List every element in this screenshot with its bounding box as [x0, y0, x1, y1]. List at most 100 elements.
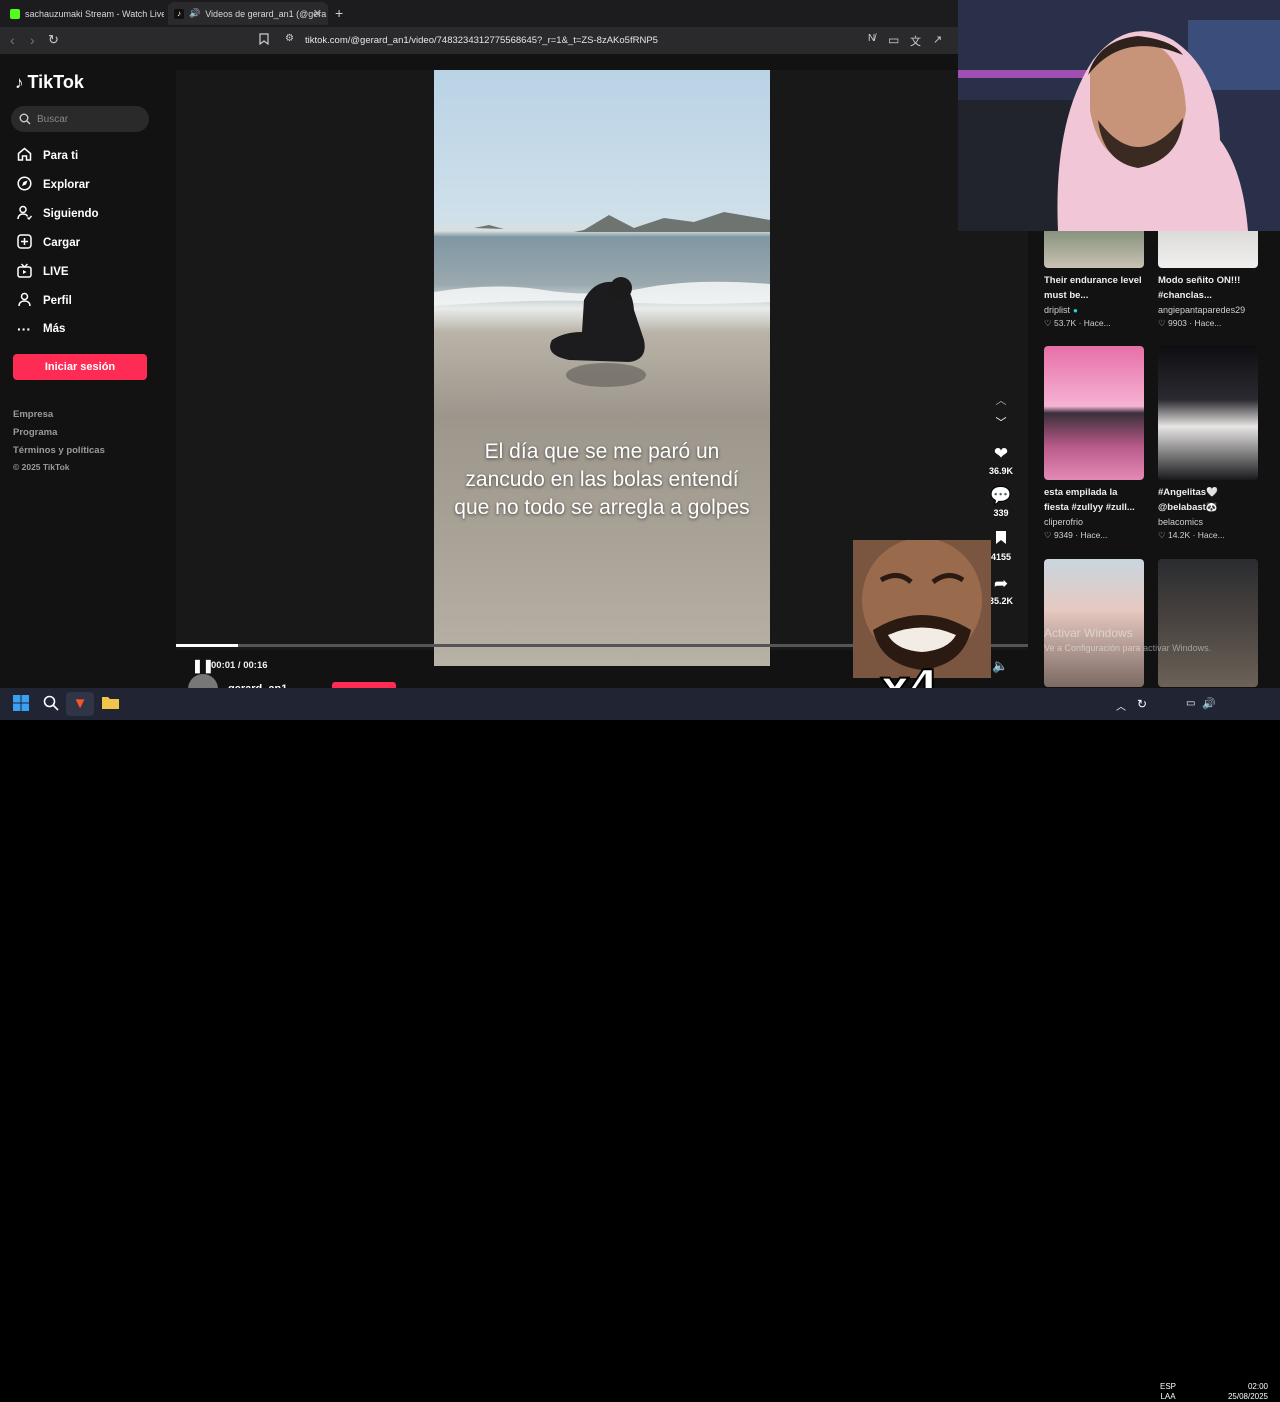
video-thumbnail[interactable]: [1044, 559, 1144, 687]
card-username[interactable]: cliperofrio: [1044, 517, 1083, 527]
video-thumbnail[interactable]: [1158, 346, 1258, 480]
card-title[interactable]: Their endurance level must be...: [1044, 273, 1144, 303]
brave-browser-icon[interactable]: ▼: [66, 692, 94, 716]
footer-link-empresa[interactable]: Empresa: [13, 409, 53, 420]
new-tab-button[interactable]: +: [335, 5, 343, 21]
nav-mas[interactable]: ··· Más: [16, 321, 65, 337]
browser-toolbar: ‹ › ↻ ⚙ tiktok.com/@gerard_an1/video/748…: [0, 27, 958, 54]
card-username[interactable]: driplist: [1044, 305, 1070, 315]
card-stats: ♡ 9349 · Hace...: [1044, 530, 1108, 540]
translate-icon[interactable]: 文: [910, 33, 921, 49]
back-icon[interactable]: ‹: [10, 32, 15, 48]
tiktok-note-icon: ♪: [15, 72, 24, 92]
volume-icon[interactable]: 🔈: [992, 658, 1008, 674]
recommendation-card[interactable]: [1158, 559, 1258, 687]
sync-icon[interactable]: ↻: [1137, 697, 1147, 711]
heart-icon: ❤: [993, 444, 1009, 463]
tab-tiktok-video[interactable]: ♪ 🔊 Videos de gerard_an1 (@gera ✕: [168, 2, 328, 25]
logo-text: TikTok: [27, 72, 84, 92]
recommendation-card[interactable]: esta empilada la fiesta #zullyy #zull...…: [1044, 346, 1144, 541]
nav-cargar[interactable]: Cargar: [16, 234, 80, 252]
footer-link-terminos[interactable]: Términos y políticas: [13, 445, 105, 456]
progress-fill: [176, 644, 238, 647]
beach-scene-image: [434, 212, 770, 387]
time-display: 00:01 / 00:16: [211, 660, 268, 671]
copyright-text: © 2025 TikTok: [13, 462, 70, 472]
tiktok-favicon-icon: ♪: [174, 8, 184, 19]
nav-explorar[interactable]: Explorar: [16, 176, 90, 194]
activate-windows-subtitle: Ve a Configuración para activar Windows.: [1044, 643, 1212, 653]
picture-in-picture-icon[interactable]: ▭: [888, 33, 899, 47]
tiktok-logo[interactable]: ♪ TikTok: [15, 72, 84, 93]
card-user[interactable]: belacomics: [1158, 517, 1258, 527]
login-button[interactable]: Iniciar sesión: [13, 354, 147, 380]
recommendation-card[interactable]: #Angelitas🤍 @belabast🐼 belacomics ♡ 14.2…: [1158, 346, 1258, 541]
search-input[interactable]: [37, 113, 137, 125]
comment-button[interactable]: 💬 339: [984, 486, 1018, 518]
recommendation-card[interactable]: [1044, 559, 1144, 687]
card-likes: 9903: [1167, 318, 1187, 328]
nav-siguiendo[interactable]: Siguiendo: [16, 205, 99, 223]
nav-para-ti[interactable]: Para ti: [16, 147, 78, 164]
language-indicator[interactable]: ESP LAA: [1160, 1382, 1176, 1402]
like-button[interactable]: ❤ 36.9K: [984, 444, 1018, 476]
video-frame[interactable]: El día que se me paró un zancudo en las …: [434, 70, 770, 666]
system-clock[interactable]: 02:00 25/08/2025: [1224, 1382, 1268, 1402]
video-thumbnail[interactable]: [1044, 346, 1144, 480]
card-stats: ♡ 14.2K · Hace...: [1158, 530, 1225, 540]
share-icon[interactable]: ↗: [933, 33, 942, 46]
nav-label: Explorar: [43, 179, 90, 191]
nav-label: Más: [43, 323, 66, 335]
previous-video-button[interactable]: ︿: [984, 392, 1018, 408]
windows-start-icon[interactable]: [13, 695, 29, 715]
activate-windows-title: Activar Windows: [1044, 626, 1133, 640]
more-icon: ···: [17, 321, 31, 337]
bookmark-icon[interactable]: [259, 33, 269, 48]
kick-favicon-icon: [10, 8, 20, 19]
card-time: Hace...: [1197, 530, 1225, 540]
nav-label: Cargar: [43, 237, 81, 249]
recommendation-card[interactable]: Modo señito ON!!! #chanclas... angiepant…: [1158, 224, 1258, 329]
file-explorer-icon[interactable]: [102, 695, 119, 713]
card-title[interactable]: esta empilada la fiesta #zullyy #zull...: [1044, 485, 1144, 515]
search-box[interactable]: [11, 106, 149, 132]
card-likes: 14.2K: [1167, 530, 1191, 540]
laughing-emote-image: [853, 540, 991, 678]
close-tab-icon[interactable]: ✕: [313, 7, 322, 20]
card-title[interactable]: #Angelitas🤍 @belabast🐼: [1158, 485, 1258, 515]
nav-live[interactable]: LIVE: [16, 263, 69, 281]
comment-count: 339: [993, 508, 1009, 518]
clock-time: 02:00: [1247, 1382, 1268, 1391]
url-bar[interactable]: tiktok.com/@gerard_an1/video/74832343127…: [305, 35, 658, 46]
home-icon: [16, 147, 32, 164]
profile-icon: [16, 292, 32, 310]
system-tray-chevron-icon[interactable]: ︿: [1116, 698, 1126, 713]
nav-label: Siguiendo: [43, 208, 99, 220]
site-info-icon[interactable]: ⚙: [285, 33, 294, 44]
footer-link-programa[interactable]: Programa: [13, 427, 57, 438]
video-thumbnail[interactable]: [1158, 559, 1258, 687]
card-user[interactable]: angiepantaparedes29: [1158, 305, 1258, 315]
chevron-up-icon: ︿: [995, 395, 1007, 407]
next-video-button[interactable]: ﹀: [984, 414, 1018, 430]
network-icon[interactable]: ▭: [1186, 698, 1195, 709]
search-icon: [19, 113, 31, 125]
search-icon[interactable]: [43, 695, 59, 715]
tab-kick-stream[interactable]: sachauzumaki Stream - Watch Live o: [4, 2, 164, 25]
tab-title: Videos de gerard_an1 (@gera: [205, 8, 327, 19]
card-username[interactable]: belacomics: [1158, 517, 1203, 527]
reload-icon[interactable]: ↻: [48, 32, 59, 48]
card-time: Hace...: [1083, 318, 1111, 328]
speaker-icon[interactable]: 🔊: [1202, 697, 1216, 710]
recommendation-card[interactable]: Their endurance level must be... driplis…: [1044, 224, 1144, 329]
forward-icon[interactable]: ›: [30, 32, 35, 48]
clock-date: 25/08/2025: [1227, 1392, 1268, 1401]
reader-mode-icon[interactable]: N̸: [868, 33, 875, 44]
card-user[interactable]: cliperofrio: [1044, 517, 1144, 527]
card-title[interactable]: Modo señito ON!!! #chanclas...: [1158, 273, 1258, 303]
card-likes: 53.7K: [1053, 318, 1077, 328]
nav-perfil[interactable]: Perfil: [16, 292, 72, 310]
card-stats: ♡ 9903 · Hace...: [1158, 318, 1222, 328]
card-username[interactable]: angiepantaparedes29: [1158, 305, 1245, 315]
card-user[interactable]: driplist ●: [1044, 305, 1144, 315]
